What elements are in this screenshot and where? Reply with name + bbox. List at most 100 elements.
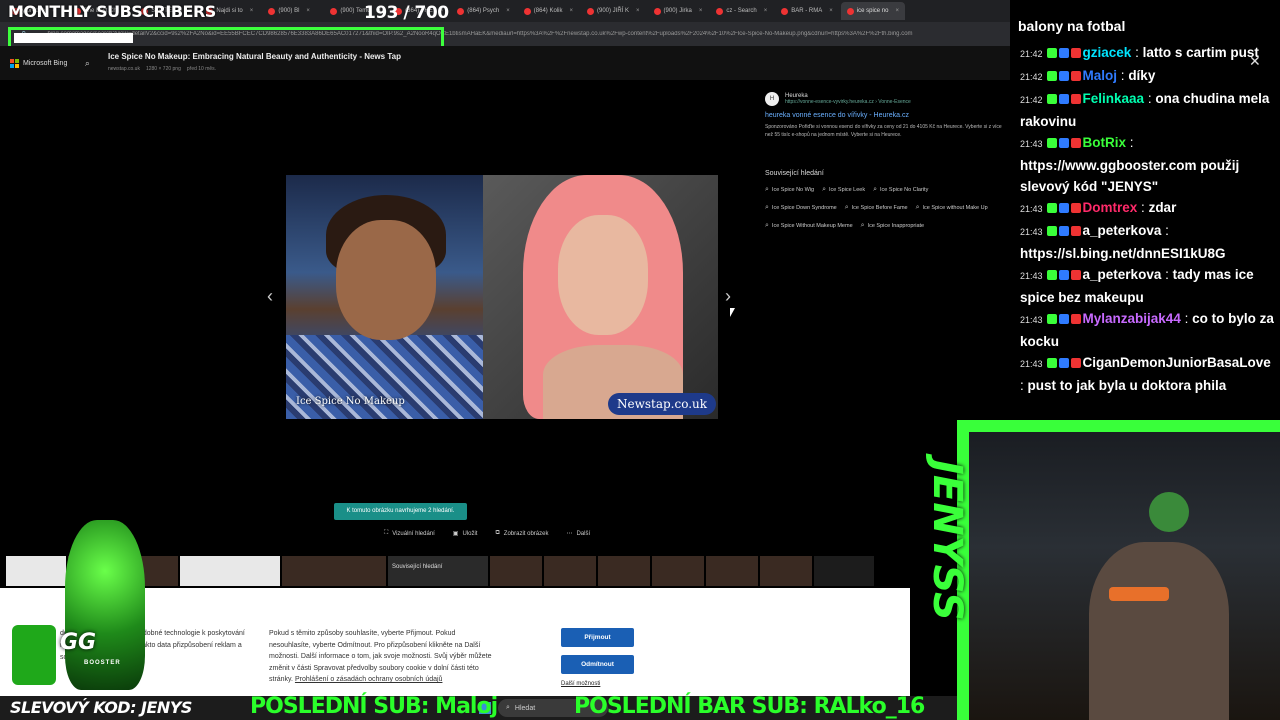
chat-username[interactable]: a_peterkova [1083,223,1162,238]
tab-close-icon[interactable]: × [699,8,703,14]
chat-text: https://sl.bing.net/dnnESI1kU8G [1020,246,1226,261]
chat-badge-icon [1058,270,1069,280]
thumbnail[interactable] [598,556,650,586]
visual-search-button[interactable]: ⛶ Vizuální hledání [384,530,435,537]
microsoft-logo-icon [10,58,19,68]
tab-close-icon[interactable]: × [829,8,833,14]
chat-badge-icon [1046,226,1057,236]
chat-timestamp: 21:42 [1020,95,1043,105]
chat-username[interactable]: a_peterkova [1083,267,1162,282]
chat-badge-icon [1046,203,1057,213]
thumbnail[interactable] [814,556,874,586]
browser-tab[interactable]: BAR - RMA × [775,2,839,20]
tab-label: (900) Bl [278,8,300,14]
image-left-panel [286,175,483,419]
chat-message: 21:43 a_peterkova : https://sl.bing.net/d… [1020,220,1274,264]
ad-title[interactable]: heureka vonné esence do vířivky - Heurek… [765,112,1005,119]
chat-username[interactable]: Felinkaaa [1083,91,1145,106]
chat-message: 21:42 Maloj : díky [1020,65,1274,88]
visual-search-label: Vizuální hledání [392,530,435,537]
related-searches-thumbnail[interactable]: Související hledání [388,556,488,586]
related-search-chip[interactable]: ⌕ Ice Spice No Clarity [873,186,928,194]
browser-tab[interactable]: (864) Psych × [451,2,516,20]
chat-separator: : [1137,200,1149,215]
browser-tab[interactable]: ice spice no × [840,2,905,20]
last-bar-sub-overlay: POSLEDNÍ BAR SUB: RALko_16 [574,694,925,719]
page-title[interactable]: Ice Spice No Makeup: Embracing Natural B… [108,52,401,61]
chat-message: 21:43 BotRix : https://www.ggbooster.com … [1020,132,1274,197]
related-search-chip[interactable]: ⌕ Ice Spice No Wig [765,186,814,194]
related-search-label: Ice Spice without Make Up [922,205,988,211]
related-search-chip[interactable]: ⌕ Ice Spice Before Fame [845,204,908,212]
accept-button[interactable]: Přijmout [561,628,634,647]
chat-separator: : [1161,267,1173,282]
thumbnail[interactable] [490,556,542,586]
tab-close-icon[interactable]: × [569,8,573,14]
next-image-icon[interactable]: › [718,286,738,306]
search-icon[interactable]: ⌕ [79,55,95,71]
chat-username[interactable]: Mylanzabijak44 [1083,311,1181,326]
close-icon[interactable]: ✕ [1249,53,1261,70]
chat-username[interactable]: gziacek [1083,45,1132,60]
view-image-icon: ⧉ [495,530,500,536]
thumbnail[interactable] [180,556,280,586]
view-image-label: Zobrazit obrázek [503,530,549,537]
related-search-chip[interactable]: ⌕ Ice Spice without Make Up [916,204,988,212]
tab-label: (864) Kolik [533,8,563,14]
tab-label: (900) Jirka [663,8,692,14]
image-caption-right: Newstap.co.uk [608,393,716,415]
meta-size: 1280 × 720 png [145,66,181,72]
tab-favicon-icon [330,7,338,15]
reject-button[interactable]: Odmítnout [561,655,634,674]
thumbnail[interactable] [706,556,758,586]
chat-badge-icon [1046,94,1057,104]
subscribers-count: 193 / 700 [364,3,449,23]
tab-close-icon[interactable]: × [895,8,899,14]
tab-favicon-icon [716,7,724,15]
chat-badge-icon [1070,203,1081,213]
related-search-chip[interactable]: ⌕ Ice Spice Down Syndrome [765,204,837,212]
search-icon: ⌕ [844,204,849,211]
chat-username[interactable]: Domtrex [1083,200,1138,215]
previous-image-icon[interactable]: ‹ [260,286,280,306]
chat-username[interactable]: Maloj [1083,68,1118,83]
thumbnail[interactable] [760,556,812,586]
bing-logo[interactable]: Microsoft Bing [10,58,67,68]
related-search-chip[interactable]: ⌕ Ice Spice Without Makeup Meme [765,222,853,230]
tab-close-icon[interactable]: × [764,8,768,14]
related-search-chip[interactable]: ⌕ Ice Spice Inappropriate [861,222,925,230]
save-button[interactable]: ▣ Uložit [453,530,478,538]
browser-tab[interactable]: (900) JIŘÍ K × [581,2,646,20]
browser-tab[interactable]: (864) Kolik × [518,2,579,20]
related-searches-title: Související hledání [765,170,824,177]
browser-tab[interactable]: (900) Jirka × [648,2,709,20]
thumbnail[interactable] [544,556,596,586]
tab-close-icon[interactable]: × [506,8,510,14]
thumbnail[interactable] [282,556,386,586]
chat-timestamp: 21:42 [1020,72,1043,82]
browser-tab[interactable]: (900) Bl × [262,2,322,20]
more-options-link[interactable]: Další možnosti [561,681,600,687]
thumbnail[interactable] [652,556,704,586]
tab-close-icon[interactable]: × [636,8,640,14]
more-button[interactable]: ⋯ Další [566,530,590,538]
chat-message: 21:43 a_peterkova : tady mas ice spice be… [1020,264,1274,308]
view-image-button[interactable]: ⧉ Zobrazit obrázek [495,530,548,537]
meta-source[interactable]: newstap.co.uk [108,66,140,72]
browser-tab[interactable]: cz - Search × [710,2,773,20]
privacy-link[interactable]: Prohlášení o zásadách ochrany osobních ú… [295,676,443,683]
tab-favicon-icon [457,7,465,15]
tab-favicon-icon [781,7,789,15]
tab-close-icon[interactable]: × [250,8,254,14]
ad-url[interactable]: https://vonne-esence-vyvirky.heureka.cz … [785,99,911,105]
related-search-chip[interactable]: ⌕ Ice Spice Leek [822,186,865,194]
chat-username[interactable]: CiganDemonJuniorBasaLove [1083,355,1271,370]
suggestion-pill[interactable]: K tomuto obrázku navrhujeme 2 hledání. [334,503,467,520]
ad-sponsored-label: Sponzorováno [765,124,798,130]
tab-close-icon[interactable]: × [306,8,310,14]
image-details: Ice Spice No Makeup: Embracing Natural B… [108,52,401,72]
chat-username[interactable]: BotRix [1083,135,1127,150]
ad-source[interactable]: H Heureka https://vonne-esence-vyvirky.h… [765,92,1005,106]
xbox-logo-icon [1149,492,1189,532]
main-image[interactable] [286,175,718,419]
